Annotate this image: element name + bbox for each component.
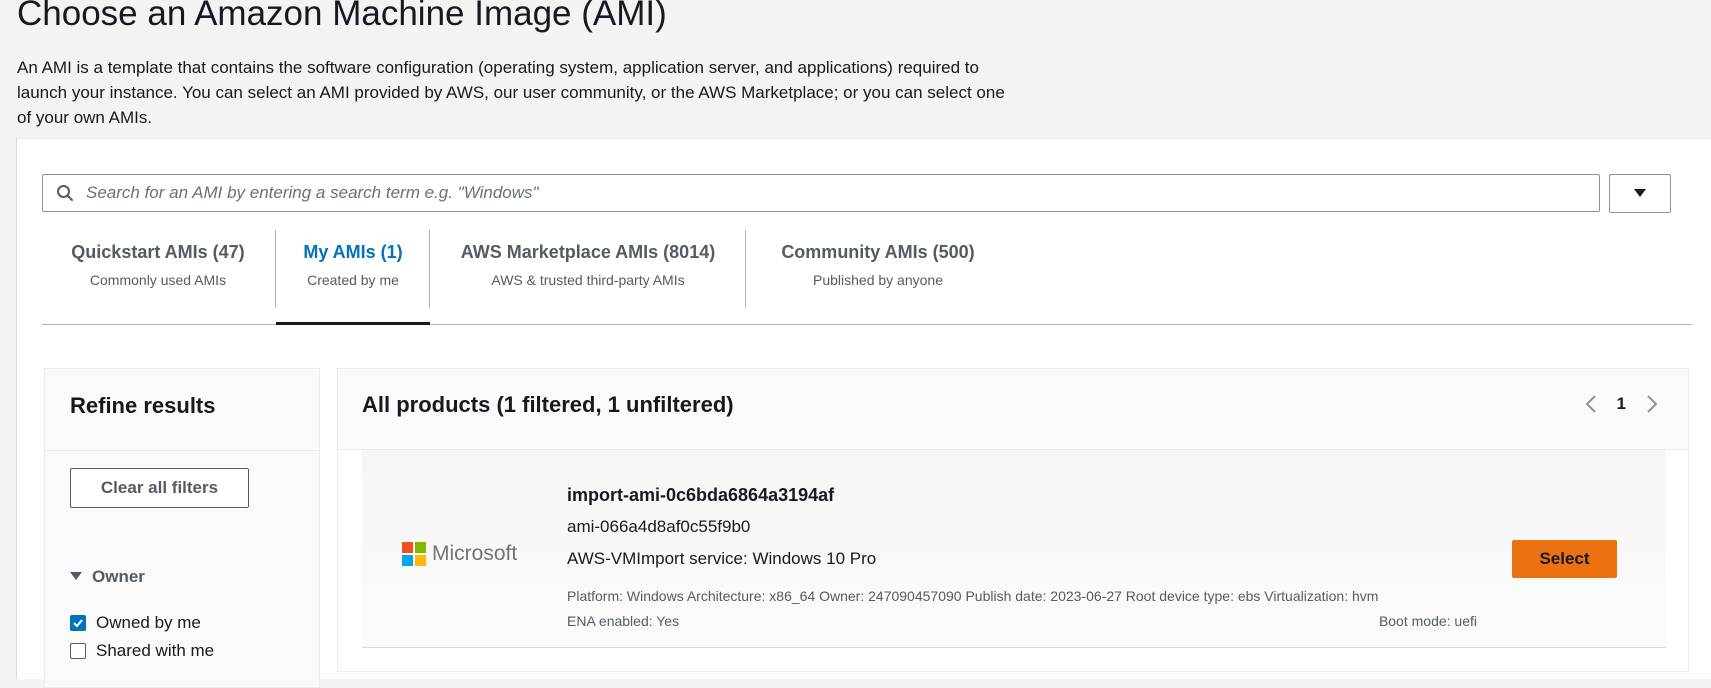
tab-label: AWS Marketplace AMIs (8014) <box>460 242 716 262</box>
search-icon <box>56 184 74 202</box>
tab-sublabel: Commonly used AMIs <box>89 272 227 288</box>
page-description: An AMI is a template that contains the s… <box>17 58 1005 127</box>
logo-text: Microsoft <box>432 542 518 565</box>
tab-my-amis[interactable]: My AMIs (1) Created by me <box>276 230 430 325</box>
ena-enabled: ENA enabled: Yes <box>567 613 680 629</box>
ami-name: import-ami-0c6bda6864a3194af <box>567 485 835 505</box>
pagination: 1 <box>1585 394 1658 414</box>
ami-metadata: Platform: Windows Architecture: x86_64 O… <box>567 588 1379 604</box>
owned-by-me-checkbox[interactable] <box>70 615 86 631</box>
page-title: Choose an Amazon Machine Image (AMI) <box>17 0 667 33</box>
tab-sublabel: AWS & trusted third-party AMIs <box>491 272 685 288</box>
tab-community-amis[interactable]: Community AMIs (500) Published by anyone <box>746 230 1010 324</box>
divider <box>45 450 319 451</box>
ami-description: AWS-VMImport service: Windows 10 Pro <box>567 549 877 568</box>
results-title: All products (1 filtered, 1 unfiltered) <box>362 392 734 417</box>
tab-sublabel: Published by anyone <box>813 272 943 288</box>
owned-by-me-checkbox-row[interactable]: Owned by me <box>70 613 201 633</box>
boot-mode: Boot mode: uefi <box>1378 613 1477 629</box>
page-number[interactable]: 1 <box>1617 394 1626 414</box>
caret-down-icon <box>1633 185 1647 203</box>
search-box[interactable] <box>42 174 1600 212</box>
results-header: All products (1 filtered, 1 unfiltered) … <box>338 369 1688 450</box>
tab-label: Quickstart AMIs (47) <box>71 242 245 262</box>
owner-filter-toggle[interactable]: Owner <box>70 567 145 587</box>
owner-filter-label: Owner <box>92 567 145 586</box>
chevron-left-icon[interactable] <box>1585 394 1597 414</box>
tab-label: My AMIs (1) <box>303 242 403 262</box>
owned-by-me-label: Owned by me <box>96 613 201 632</box>
ami-list-item: Microsoft import-ami-0c6bda6864a3194af a… <box>362 450 1666 648</box>
refine-results-panel: Refine results Clear all filters Owner O… <box>44 368 320 688</box>
search-input[interactable] <box>84 177 1599 209</box>
results-panel: All products (1 filtered, 1 unfiltered) … <box>337 368 1689 672</box>
shared-with-me-label: Shared with me <box>96 641 215 660</box>
microsoft-logo-icon <box>402 542 426 566</box>
tab-label: Community AMIs (500) <box>781 242 975 262</box>
tab-quickstart-amis[interactable]: Quickstart AMIs (47) Commonly used AMIs <box>42 230 274 324</box>
caret-down-icon <box>70 568 82 586</box>
refine-results-title: Refine results <box>70 393 216 418</box>
ami-id: ami-066a4d8af0c55f9b0 <box>567 517 751 536</box>
chevron-right-icon[interactable] <box>1646 394 1658 414</box>
microsoft-logo: Microsoft <box>402 542 517 566</box>
ami-metadata-secondary: ENA enabled: Yes Boot mode: uefi <box>567 613 1477 629</box>
tab-marketplace-amis[interactable]: AWS Marketplace AMIs (8014) AWS & truste… <box>430 230 746 324</box>
shared-with-me-checkbox[interactable] <box>70 643 86 659</box>
shared-with-me-checkbox-row[interactable]: Shared with me <box>70 641 214 661</box>
clear-all-filters-button[interactable]: Clear all filters <box>70 468 249 508</box>
select-button[interactable]: Select <box>1512 540 1617 578</box>
search-filter-dropdown[interactable] <box>1609 174 1671 213</box>
ami-tabs: Quickstart AMIs (47) Commonly used AMIs … <box>42 230 1692 325</box>
tab-sublabel: Created by me <box>307 272 399 288</box>
